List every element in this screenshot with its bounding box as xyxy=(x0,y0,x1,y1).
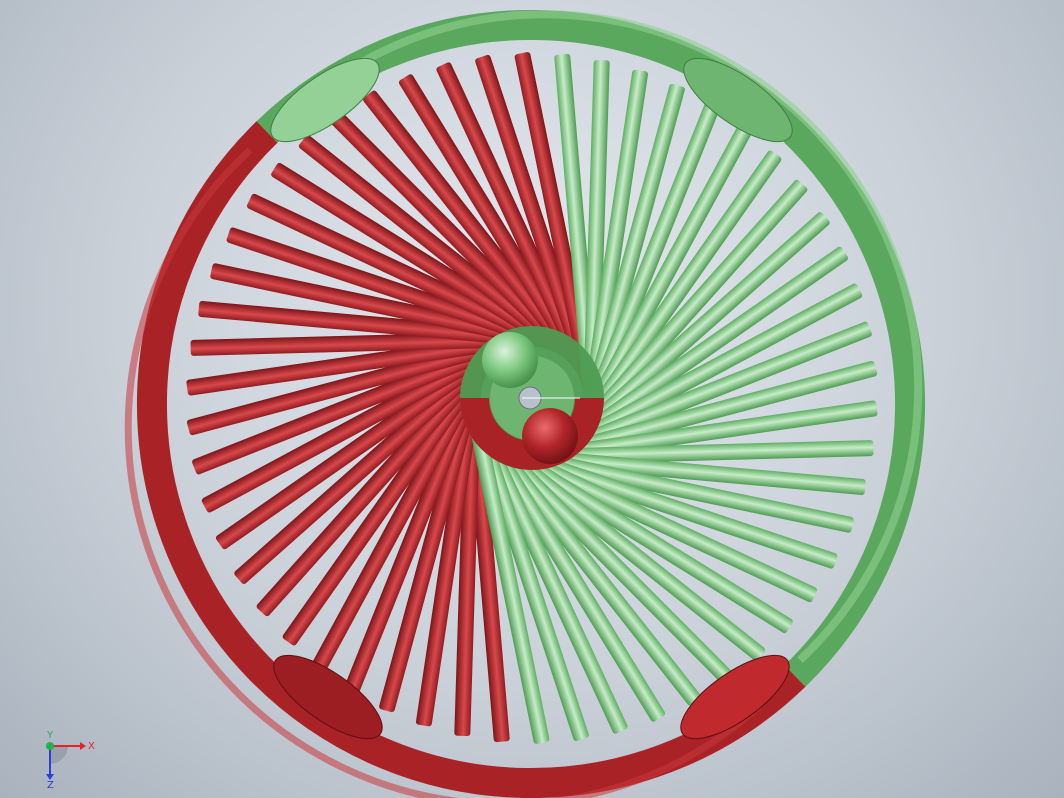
coordinate-triad: X Y Z xyxy=(38,728,108,791)
y-axis-label: Y xyxy=(46,730,54,741)
y-axis-dot xyxy=(46,742,54,750)
x-axis-label: X xyxy=(88,741,95,752)
graphics-viewport[interactable]: X Y Z xyxy=(0,0,1064,798)
x-axis-arrowhead xyxy=(80,742,86,750)
wheel-model[interactable] xyxy=(0,0,1064,798)
hub xyxy=(460,326,604,470)
hub-red-ball xyxy=(522,408,578,464)
z-axis-label: Z xyxy=(47,780,54,788)
hub-green-ball xyxy=(482,332,538,388)
